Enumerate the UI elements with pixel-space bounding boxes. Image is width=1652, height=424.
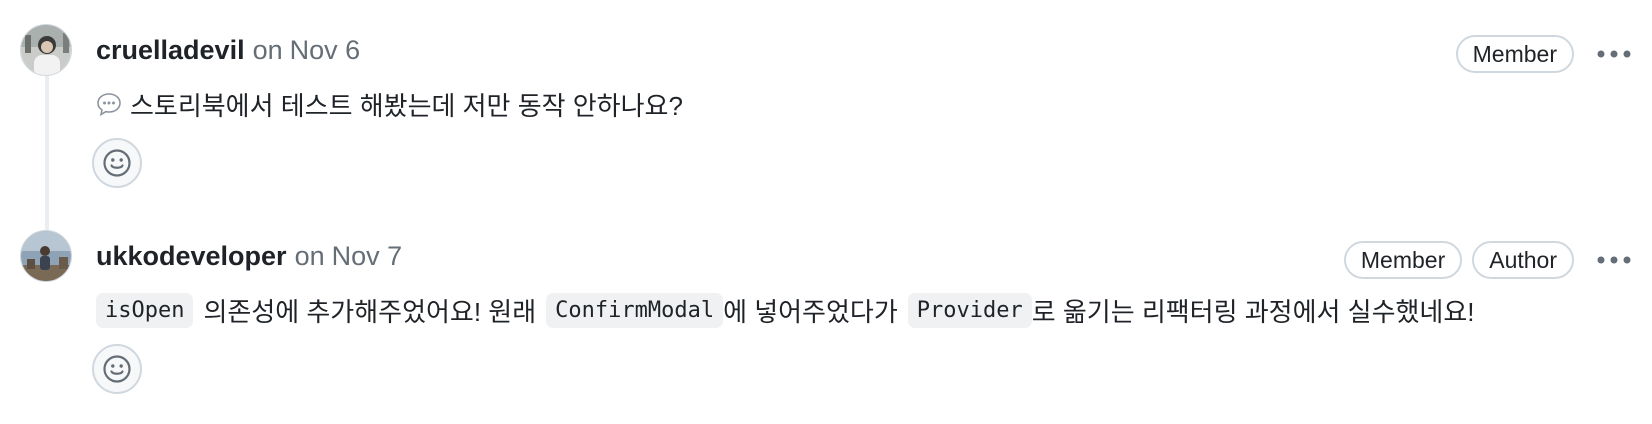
comment-header-actions: Member — [1446, 34, 1636, 74]
avatar-image — [21, 231, 71, 281]
author-badge: Author — [1472, 241, 1574, 279]
comment-date[interactable]: Nov 6 — [290, 35, 361, 66]
comment-body: 스토리북에서 테스트 해봤는데 저만 동작 안하나요? — [96, 84, 683, 124]
author-name[interactable]: cruelladevil — [96, 35, 245, 66]
inline-code: ConfirmModal — [546, 292, 724, 328]
kebab-horizontal-icon — [1597, 256, 1631, 264]
inline-code: Provider — [907, 292, 1032, 328]
more-options-button[interactable] — [1592, 240, 1636, 280]
comment-date[interactable]: Nov 7 — [332, 241, 403, 272]
timeline-thread-line — [45, 72, 49, 232]
date-prefix: on — [294, 240, 325, 271]
smiley-icon — [103, 149, 131, 177]
kebab-horizontal-icon — [1597, 50, 1631, 58]
date-prefix: on — [252, 34, 283, 65]
add-reaction-button[interactable] — [92, 344, 142, 394]
comment-text: 의존성에 추가해주었어요! 원래 — [203, 296, 537, 327]
avatar-image — [21, 25, 71, 75]
speech-bubble-icon — [96, 91, 122, 117]
comment-header: cruelladevil on Nov 6 — [96, 32, 360, 68]
smiley-icon — [103, 355, 131, 383]
comment-text: 로 옮기는 리팩터링 과정에서 실수했네요! — [1031, 296, 1475, 327]
avatar[interactable] — [20, 230, 72, 282]
more-options-button[interactable] — [1592, 34, 1636, 74]
inline-code: isOpen — [96, 292, 194, 328]
member-badge: Member — [1455, 35, 1574, 73]
comment-text: 에 넣어주었다가 — [723, 296, 898, 327]
comment-header: ukkodeveloper on Nov 7 — [96, 238, 402, 274]
comment-header-actions: Member Author — [1334, 240, 1636, 280]
comment-body: isOpen 의존성에 추가해주었어요! 원래 ConfirmModal 에 넣… — [96, 290, 1474, 330]
comment-text: 스토리북에서 테스트 해봤는데 저만 동작 안하나요? — [130, 90, 683, 121]
add-reaction-button[interactable] — [92, 138, 142, 188]
member-badge: Member — [1343, 241, 1463, 279]
author-name[interactable]: ukkodeveloper — [96, 241, 287, 272]
avatar[interactable] — [20, 24, 72, 76]
